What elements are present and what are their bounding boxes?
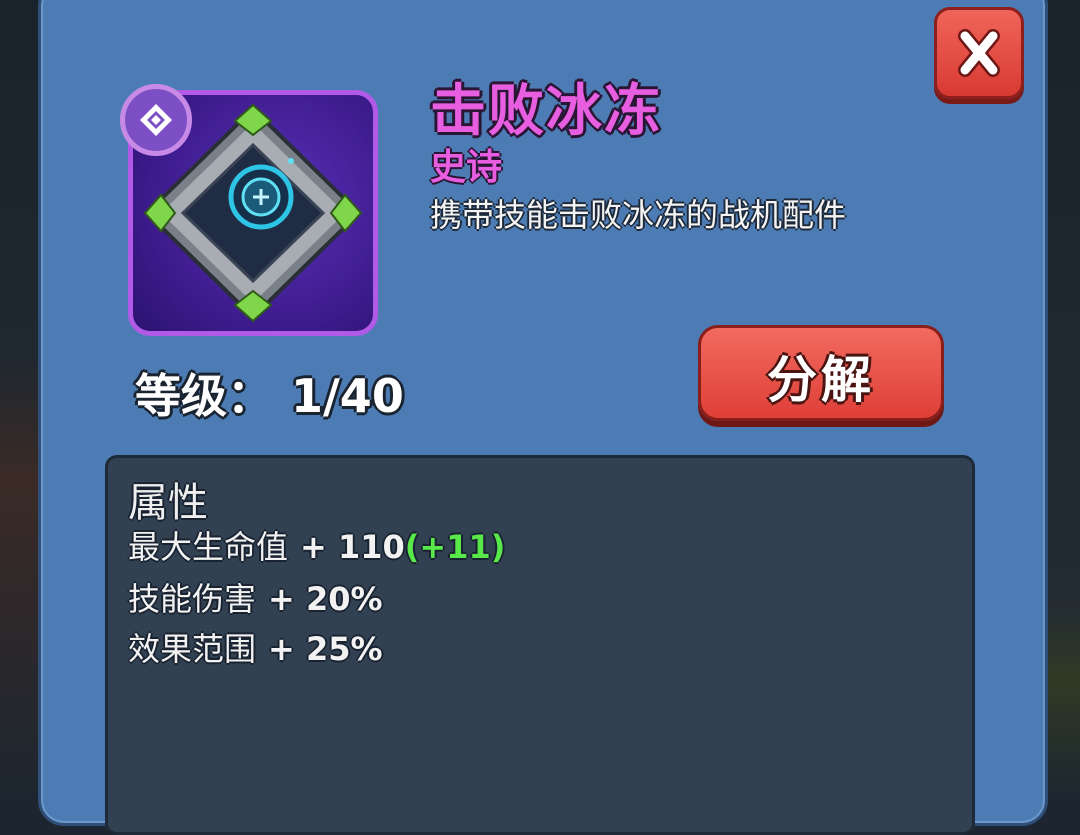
item-name: 击败冰冻 (430, 79, 662, 144)
stat-row-effect-range: 效果范围 + 25% (128, 624, 383, 670)
close-button[interactable] (934, 7, 1024, 99)
level-label: 等级： (135, 369, 273, 423)
stat-name: 效果范围 (128, 630, 257, 668)
stat-value: + 110 (300, 528, 405, 566)
background-left (0, 0, 40, 799)
rarity-badge (120, 84, 192, 156)
dismantle-button[interactable]: 分解 (698, 325, 944, 421)
dismantle-button-label: 分解 (767, 351, 875, 409)
stat-name: 技能伤害 (128, 580, 257, 618)
item-description: 携带技能击败冰冻的战机配件 (430, 196, 847, 234)
diamond-icon (140, 104, 172, 136)
stat-row-skill-damage: 技能伤害 + 20% (128, 574, 383, 620)
stat-row-max-hp: 最大生命值 + 110(+11) (128, 522, 505, 568)
level-value: 1/40 (291, 369, 404, 423)
close-x-icon (958, 29, 1000, 77)
item-rarity: 史诗 (430, 147, 503, 188)
attributes-header: 属性 (128, 480, 208, 526)
item-level: 等级： 1/40 (135, 360, 404, 426)
stat-name: 最大生命值 (128, 528, 289, 566)
stat-value: + 25% (268, 630, 383, 668)
stat-bonus: (+11) (404, 528, 506, 566)
stat-value: + 20% (268, 580, 383, 618)
